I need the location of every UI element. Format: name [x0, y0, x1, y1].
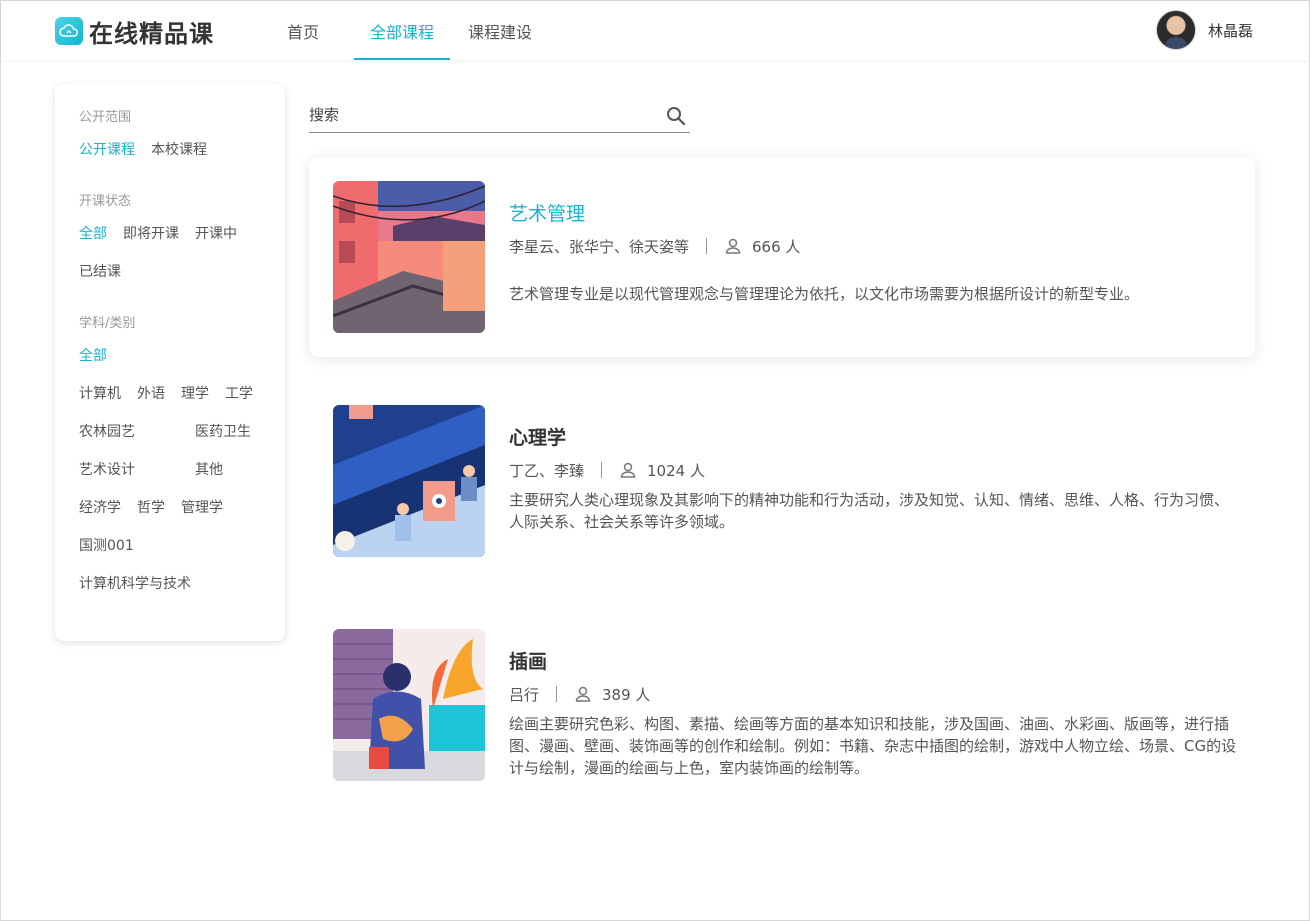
filter-group-title: 学科/类别: [79, 316, 136, 331]
student-count: 1024 人: [647, 461, 705, 480]
nav-all-courses[interactable]: 全部课程: [354, 1, 451, 60]
divider: [601, 462, 603, 478]
person-icon: [725, 238, 741, 254]
filter-option[interactable]: 全部: [79, 346, 249, 366]
filter-option[interactable]: 工学: [225, 384, 253, 404]
filter-option[interactable]: 农林园艺: [79, 422, 135, 442]
filter-option[interactable]: 其他: [195, 460, 223, 480]
logo[interactable]: 在线精品课: [55, 15, 214, 48]
filter-sidebar: 公开范围 公开课程 本校课程 开课状态 全部 即将开课 开课中 已结课 学科/类…: [55, 84, 285, 641]
nav-course-building[interactable]: 课程建设: [452, 1, 548, 60]
course-title[interactable]: 插画: [509, 647, 547, 674]
filter-option[interactable]: 本校课程: [151, 140, 207, 160]
app-name: 在线精品课: [89, 19, 214, 48]
course-meta: 丁乙、李臻 1024 人: [509, 459, 705, 481]
course-card[interactable]: 插画 吕行 389 人 绘画主要研究色彩、构图、素描、绘画等方面的基本知识和技能…: [309, 605, 1255, 805]
course-teachers: 丁乙、李臻: [509, 461, 585, 480]
course-meta: 吕行 389 人: [509, 683, 650, 705]
search-input[interactable]: [309, 98, 649, 132]
filter-option[interactable]: 开课中: [195, 224, 237, 244]
course-thumbnail[interactable]: [333, 181, 485, 333]
filter-option[interactable]: 哲学: [137, 498, 165, 518]
filter-option[interactable]: 计算机: [79, 384, 121, 404]
filter-option[interactable]: 国测001: [79, 536, 134, 556]
avatar[interactable]: [1155, 10, 1196, 50]
search-bar: [309, 98, 690, 133]
nav-home[interactable]: 首页: [271, 1, 352, 60]
username: 林晶磊: [1207, 21, 1253, 40]
course-title[interactable]: 艺术管理: [509, 199, 585, 226]
filter-group-title: 开课状态: [79, 194, 132, 209]
course-description: 艺术管理专业是以现代管理观念与管理理论为依托，以文化市场需要为根据所设计的新型专…: [509, 285, 1140, 303]
filter-option[interactable]: 外语: [137, 384, 165, 404]
course-description: 主要研究人类心理现象及其影响下的精神功能和行为活动，涉及知觉、认知、情绪、思维、…: [509, 491, 1230, 531]
course-thumbnail[interactable]: [333, 629, 485, 781]
person-icon: [620, 462, 636, 478]
filter-group-title: 公开范围: [79, 110, 132, 125]
cloud-logo-icon: [55, 17, 83, 45]
filter-option[interactable]: 理学: [181, 384, 209, 404]
filter-option[interactable]: 经济学: [79, 498, 121, 518]
divider: [556, 686, 558, 702]
search-icon[interactable]: [666, 106, 686, 126]
filter-option[interactable]: 公开课程: [79, 140, 135, 160]
filter-group-status: 开课状态 全部 即将开课 开课中 已结课: [79, 192, 285, 300]
person-icon: [575, 686, 591, 702]
course-teachers: 李星云、张华宁、徐天姿等: [509, 237, 690, 256]
course-card[interactable]: 艺术管理 李星云、张华宁、徐天姿等 666 人 艺术管理专业是以现代管理观念与管…: [309, 157, 1255, 357]
course-meta: 李星云、张华宁、徐天姿等 666 人: [509, 235, 800, 257]
course-teachers: 吕行: [509, 685, 540, 704]
filter-group-scope: 公开范围 公开课程 本校课程: [79, 108, 285, 178]
student-count: 666 人: [752, 237, 801, 256]
main-nav: 首页 全部课程 课程建设: [271, 1, 550, 60]
course-thumbnail[interactable]: [333, 405, 485, 557]
filter-option[interactable]: 已结课: [79, 262, 121, 282]
filter-option[interactable]: 即将开课: [123, 224, 179, 244]
course-description: 绘画主要研究色彩、构图、素描、绘画等方面的基本知识和技能，涉及国画、油画、水彩画…: [509, 715, 1237, 777]
course-title[interactable]: 心理学: [509, 423, 566, 450]
filter-option[interactable]: 计算机科学与技术: [79, 574, 191, 594]
filter-option[interactable]: 艺术设计: [79, 460, 135, 480]
filter-group-subject: 学科/类别 全部 计算机 外语 理学 工学 农林园艺 医药卫生 艺术设计 其他 …: [79, 314, 285, 612]
filter-option[interactable]: 管理学: [181, 498, 223, 518]
top-header: 在线精品课 首页 全部课程 课程建设 林晶磊: [1, 1, 1309, 60]
student-count: 389 人: [602, 685, 651, 704]
filter-option[interactable]: 医药卫生: [195, 422, 251, 442]
filter-option[interactable]: 全部: [79, 224, 107, 244]
user-menu[interactable]: 林晶磊: [1155, 10, 1253, 50]
divider: [706, 238, 708, 254]
course-card[interactable]: 心理学 丁乙、李臻 1024 人 主要研究人类心理现象及其影响下的精神功能和行为…: [309, 381, 1255, 581]
